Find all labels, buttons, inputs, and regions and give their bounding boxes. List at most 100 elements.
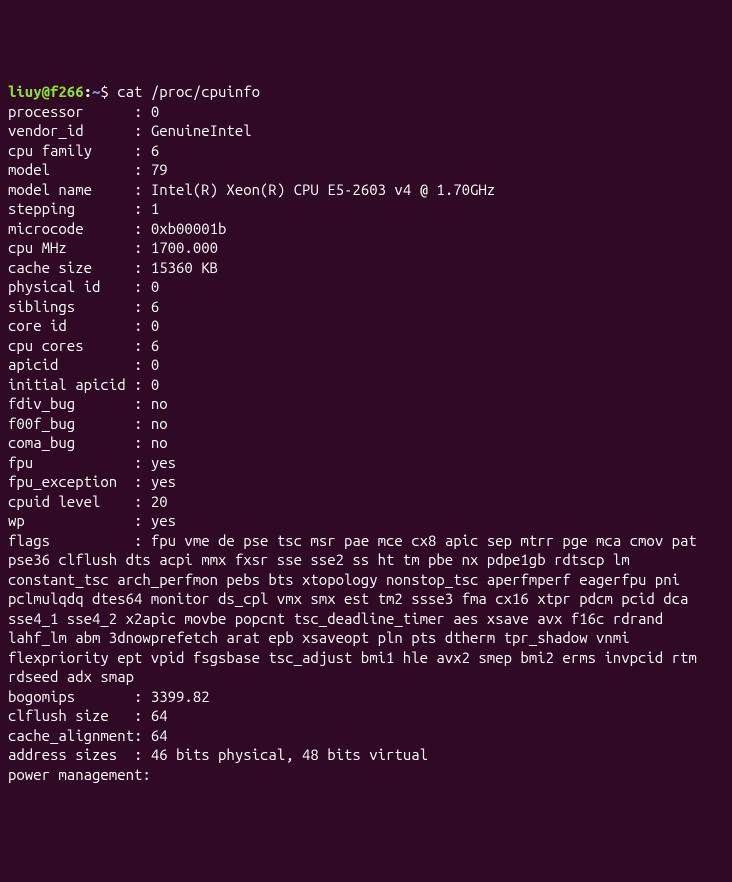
field-key: cpu MHz — [8, 238, 134, 258]
field-key: microcode — [8, 219, 134, 239]
field-row: cache size: 15360 KB — [8, 258, 724, 278]
field-value: 3399.82 — [151, 688, 210, 705]
field-row: f00f_bug: no — [8, 414, 724, 434]
field-value: 0 — [151, 376, 159, 393]
field-key: processor — [8, 102, 134, 122]
field-key: initial apicid — [8, 375, 134, 395]
field-separator: : — [134, 356, 151, 373]
field-key: siblings — [8, 297, 134, 317]
field-row: stepping: 1 — [8, 199, 724, 219]
field-value: 46 bits physical, 48 bits virtual — [151, 746, 428, 763]
field-value: 1 — [151, 200, 159, 217]
cpuinfo-fields: processor: 0vendor_id: GenuineIntelcpu f… — [8, 102, 724, 531]
field-separator: : — [134, 122, 151, 139]
field-value: fpu vme de pse tsc msr pae mce cx8 apic … — [8, 532, 697, 686]
field-row: address sizes: 46 bits physical, 48 bits… — [8, 745, 724, 765]
field-key: cpu family — [8, 141, 134, 161]
field-value: 20 — [151, 493, 168, 510]
field-separator: : — [134, 317, 151, 334]
field-value: GenuineIntel — [151, 122, 252, 139]
field-value: 0 — [151, 278, 159, 295]
field-value: 0 — [151, 317, 159, 334]
field-key: wp — [8, 511, 134, 531]
field-row: fpu: yes — [8, 453, 724, 473]
field-value: yes — [151, 473, 176, 490]
prompt-colon: : — [84, 83, 92, 100]
field-separator: : — [134, 103, 151, 120]
field-value: 64 — [151, 707, 168, 724]
field-value: no — [151, 434, 168, 451]
field-key: power management — [8, 765, 142, 785]
field-row: processor: 0 — [8, 102, 724, 122]
field-separator: : — [134, 259, 151, 276]
field-row: cache_alignment: 64 — [8, 726, 724, 746]
field-key: cache size — [8, 258, 134, 278]
field-row: cpuid level: 20 — [8, 492, 724, 512]
field-value: 64 — [151, 727, 168, 744]
field-value: 1700.000 — [151, 239, 218, 256]
field-key: cpuid level — [8, 492, 134, 512]
field-separator: : — [134, 181, 151, 198]
field-row: vendor_id: GenuineIntel — [8, 121, 724, 141]
field-separator: : — [134, 493, 151, 510]
field-row: siblings: 6 — [8, 297, 724, 317]
field-value: 6 — [151, 142, 159, 159]
field-separator: : — [134, 415, 151, 432]
field-separator: : — [134, 239, 151, 256]
field-key: stepping — [8, 199, 134, 219]
flags-row: flags: fpu vme de pse tsc msr pae mce cx… — [8, 531, 724, 687]
cpuinfo-fields-2: bogomips: 3399.82clflush size: 64cache_a… — [8, 687, 724, 785]
prompt-user-host: liuy@f266 — [8, 83, 84, 100]
field-key: model — [8, 160, 134, 180]
field-key: vendor_id — [8, 121, 134, 141]
terminal-output[interactable]: liuy@f266:~$ cat /proc/cpuinfo processor… — [8, 82, 724, 784]
field-value: 0 — [151, 356, 159, 373]
field-key: clflush size — [8, 706, 134, 726]
field-separator: : — [134, 727, 151, 744]
field-value: no — [151, 395, 168, 412]
field-separator: : — [134, 161, 151, 178]
field-separator: : — [134, 473, 151, 490]
field-separator: : — [134, 454, 151, 471]
field-key: cpu cores — [8, 336, 134, 356]
field-key: coma_bug — [8, 433, 134, 453]
field-key: apicid — [8, 355, 134, 375]
field-row: initial apicid: 0 — [8, 375, 724, 395]
field-key: fdiv_bug — [8, 394, 134, 414]
field-row: cpu MHz: 1700.000 — [8, 238, 724, 258]
field-value: yes — [151, 454, 176, 471]
field-key: fpu — [8, 453, 134, 473]
field-key: address sizes — [8, 745, 134, 765]
field-value: 15360 KB — [151, 259, 218, 276]
field-value: 6 — [151, 298, 159, 315]
field-row: fdiv_bug: no — [8, 394, 724, 414]
field-row: power management: — [8, 765, 724, 785]
field-separator: : — [142, 766, 150, 783]
field-separator: : — [134, 395, 151, 412]
field-row: bogomips: 3399.82 — [8, 687, 724, 707]
field-key: f00f_bug — [8, 414, 134, 434]
field-value: 6 — [151, 337, 159, 354]
field-key: flags — [8, 531, 134, 551]
field-key: model name — [8, 180, 134, 200]
field-value: 0xb00001b — [151, 220, 227, 237]
field-value: Intel(R) Xeon(R) CPU E5-2603 v4 @ 1.70GH… — [151, 181, 495, 198]
field-value: 0 — [151, 103, 159, 120]
field-separator: : — [134, 512, 151, 529]
field-separator: : — [134, 200, 151, 217]
field-row: microcode: 0xb00001b — [8, 219, 724, 239]
field-separator: : — [134, 376, 151, 393]
field-row: coma_bug: no — [8, 433, 724, 453]
field-value: no — [151, 415, 168, 432]
field-separator: : — [134, 298, 151, 315]
field-row: core id: 0 — [8, 316, 724, 336]
field-value: 79 — [151, 161, 168, 178]
field-row: apicid: 0 — [8, 355, 724, 375]
prompt-dollar: $ — [100, 83, 117, 100]
field-separator: : — [134, 434, 151, 451]
field-key: core id — [8, 316, 134, 336]
field-separator: : — [134, 337, 151, 354]
field-row: model: 79 — [8, 160, 724, 180]
field-row: cpu cores: 6 — [8, 336, 724, 356]
field-row: physical id: 0 — [8, 277, 724, 297]
